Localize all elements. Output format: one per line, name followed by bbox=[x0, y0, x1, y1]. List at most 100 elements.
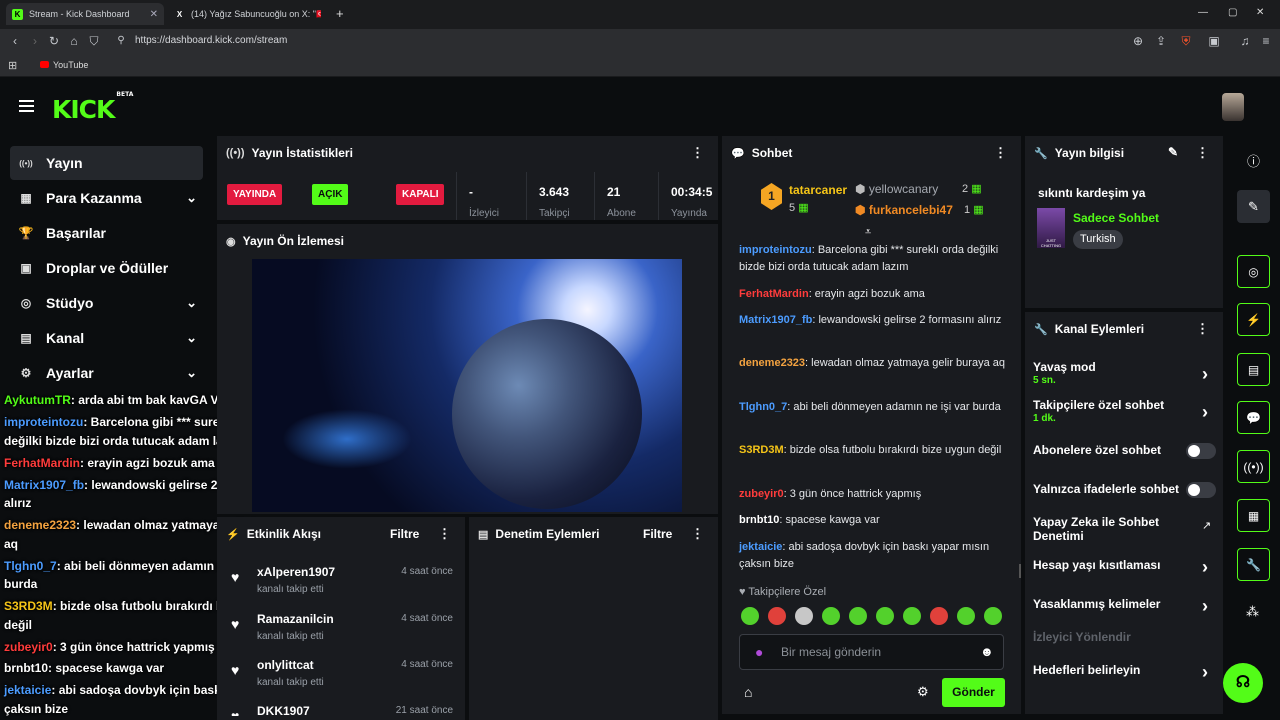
third-chatter[interactable]: ⬢ furkancelebi47 bbox=[855, 203, 953, 217]
chat-username[interactable]: Tlghn0_7 bbox=[739, 401, 787, 413]
emote-icon[interactable] bbox=[876, 607, 894, 625]
chevron-right-icon[interactable]: › bbox=[1202, 662, 1208, 683]
close-window-button[interactable]: ✕ bbox=[1256, 7, 1264, 18]
sidebar-item-5[interactable]: ▤ Kanal ⌄ bbox=[10, 321, 203, 355]
emote-icon[interactable] bbox=[849, 607, 867, 625]
channel-action-row[interactable]: Abonelere özel sohbet bbox=[1033, 443, 1161, 457]
channel-action-row[interactable]: Yalnızca ifadelerle sohbet bbox=[1033, 482, 1179, 496]
emote-icon[interactable] bbox=[768, 607, 786, 625]
hamburger-menu-icon[interactable] bbox=[19, 100, 34, 112]
notes-rail-icon[interactable]: ▤ bbox=[1237, 353, 1270, 386]
preview-rail-icon[interactable]: ◎ bbox=[1237, 255, 1270, 288]
home-icon[interactable]: ⌂ bbox=[66, 33, 82, 49]
category-name[interactable]: Sadece Sohbet bbox=[1073, 211, 1159, 225]
reload-icon[interactable]: ↻ bbox=[46, 33, 62, 49]
more-options-icon[interactable]: ⋮ bbox=[994, 145, 1007, 161]
chevron-right-icon[interactable]: › bbox=[1202, 596, 1208, 617]
chat-username[interactable]: brnbt10 bbox=[739, 514, 779, 526]
chat-username[interactable]: zubeyir0 bbox=[739, 488, 784, 500]
maximize-button[interactable]: ▢ bbox=[1228, 7, 1237, 18]
moderation-rail-icon[interactable]: ▦ bbox=[1237, 499, 1270, 532]
chat-username[interactable]: Matrix1907_fb bbox=[739, 314, 812, 326]
channel-action-row[interactable]: Yasaklanmış kelimeler bbox=[1033, 597, 1160, 611]
chat-rail-icon[interactable]: 💬 bbox=[1237, 401, 1270, 434]
emote-icon[interactable] bbox=[795, 607, 813, 625]
chevron-right-icon[interactable]: › bbox=[1202, 402, 1208, 423]
chat-input[interactable]: ● Bir mesaj gönderin ☻ bbox=[739, 634, 1004, 670]
emote-icon[interactable] bbox=[957, 607, 975, 625]
second-chatter[interactable]: ⬢ yellowcanary bbox=[855, 182, 938, 196]
microphone-icon[interactable]: ● bbox=[755, 644, 763, 660]
chevron-down-icon[interactable]: ⌄ bbox=[186, 295, 197, 311]
channel-action-row[interactable]: Hedefleri belirleyin bbox=[1033, 663, 1140, 677]
bookmark-icon[interactable]: ⛉ bbox=[86, 33, 102, 49]
menu-icon[interactable]: ≡ bbox=[1258, 33, 1274, 49]
more-options-icon[interactable]: ⋮ bbox=[1196, 145, 1209, 161]
forward-icon[interactable]: › bbox=[27, 33, 43, 49]
sidebar-icon[interactable]: ▣ bbox=[1206, 33, 1222, 49]
edit-icon[interactable]: ✎ bbox=[1168, 145, 1178, 159]
more-options-icon[interactable]: ⋮ bbox=[1196, 321, 1209, 337]
avatar[interactable] bbox=[1222, 93, 1244, 121]
store-icon[interactable]: ⌂ bbox=[744, 684, 752, 700]
channel-action-row[interactable]: Hesap yaşı kısıtlaması bbox=[1033, 558, 1160, 572]
external-link-icon[interactable]: ↗ bbox=[1202, 519, 1211, 532]
edit-rail-button[interactable]: ✎ bbox=[1237, 190, 1270, 223]
toggle-switch[interactable] bbox=[1186, 443, 1216, 459]
sidebar-item-6[interactable]: ⚙ Ayarlar ⌄ bbox=[10, 356, 203, 390]
tools-rail-icon[interactable]: 🔧 bbox=[1237, 548, 1270, 581]
chevron-down-icon[interactable]: ⌄ bbox=[186, 330, 197, 346]
chat-settings-icon[interactable]: ⚙ bbox=[917, 684, 929, 700]
filter-button[interactable]: Filtre bbox=[390, 527, 419, 541]
bookmark-youtube[interactable]: YouTube bbox=[53, 60, 88, 70]
more-options-icon[interactable]: ⋮ bbox=[691, 145, 704, 161]
info-icon[interactable]: ⓘ bbox=[1247, 151, 1260, 170]
on-badge[interactable]: AÇIK bbox=[312, 184, 349, 205]
brave-shield-icon[interactable]: ⛨ bbox=[1178, 33, 1194, 49]
media-icon[interactable]: ♫ bbox=[1237, 33, 1253, 49]
sidebar-item-4[interactable]: ◎ Stüdyo ⌄ bbox=[10, 286, 203, 320]
chevron-right-icon[interactable]: › bbox=[1202, 364, 1208, 385]
sidebar-item-3[interactable]: ▣ Droplar ve Ödüller bbox=[10, 251, 203, 285]
chevron-down-icon[interactable]: ⌄ bbox=[186, 190, 197, 206]
kick-logo[interactable]: KICKBETA bbox=[52, 91, 133, 124]
chat-username[interactable]: S3RD3M bbox=[739, 444, 784, 456]
tab-kick-dashboard[interactable]: K Stream - Kick Dashboard ✕ bbox=[6, 3, 164, 25]
chat-username[interactable]: FerhatMardin bbox=[739, 288, 809, 300]
close-tab-icon[interactable]: ✕ bbox=[144, 9, 158, 20]
emoji-icon[interactable]: ☻ bbox=[980, 644, 994, 659]
address-bar-url[interactable]: https://dashboard.kick.com/stream bbox=[135, 35, 287, 46]
top-chatter-name[interactable]: tatarcaner bbox=[789, 183, 847, 197]
apps-grid-icon[interactable]: ⊞ bbox=[8, 59, 17, 72]
minimize-button[interactable]: — bbox=[1198, 7, 1208, 18]
activity-item[interactable]: ♥ onlylittcat kanalı takip etti 4 saat önce bbox=[229, 658, 459, 698]
site-settings-icon[interactable]: ⚲ bbox=[113, 33, 129, 49]
activity-rail-icon[interactable]: ⚡ bbox=[1237, 303, 1270, 336]
sidebar-item-1[interactable]: ▦ Para Kazanma ⌄ bbox=[10, 181, 203, 215]
emote-icon[interactable] bbox=[822, 607, 840, 625]
channel-action-row[interactable]: Takipçilere özel sohbet 1 dk. bbox=[1033, 398, 1164, 424]
sidebar-item-0[interactable]: ((•)) Yayın bbox=[10, 146, 203, 180]
emote-icon[interactable] bbox=[930, 607, 948, 625]
filter-button[interactable]: Filtre bbox=[643, 527, 672, 541]
sidebar-item-2[interactable]: 🏆 Başarılar bbox=[10, 216, 203, 250]
stream-preview-video[interactable] bbox=[252, 259, 682, 512]
collapse-leaderboard-icon[interactable]: ⩡ bbox=[865, 226, 871, 239]
zoom-icon[interactable]: ⊕ bbox=[1130, 33, 1146, 49]
channel-action-row[interactable]: İzleyici Yönlendir bbox=[1033, 630, 1131, 644]
more-options-icon[interactable]: ⋮ bbox=[691, 526, 704, 542]
activity-item[interactable]: ♥ Ramazanilcin kanalı takip etti 4 saat önc… bbox=[229, 612, 459, 652]
emote-icon[interactable] bbox=[741, 607, 759, 625]
send-button[interactable]: Gönder bbox=[942, 678, 1005, 707]
toggle-switch[interactable] bbox=[1186, 482, 1216, 498]
chat-scrollbar[interactable] bbox=[1019, 564, 1021, 578]
off-badge[interactable]: KAPALI bbox=[396, 184, 445, 205]
channel-action-row[interactable]: Yavaş mod 5 sn. bbox=[1033, 360, 1096, 386]
tab-x-post[interactable]: X (14) Yağız Sabuncuoğlu on X: "🇹🇷 Fe bbox=[168, 3, 328, 25]
emote-icon[interactable] bbox=[903, 607, 921, 625]
channel-action-row[interactable]: Yapay Zeka ile Sohbet Denetimi bbox=[1033, 515, 1173, 543]
chevron-right-icon[interactable]: › bbox=[1202, 557, 1208, 578]
activity-item[interactable]: ♥ DKK1907 21 saat önce bbox=[229, 704, 459, 716]
support-headset-icon[interactable]: ☊ bbox=[1223, 663, 1263, 703]
share-icon[interactable]: ⇪ bbox=[1153, 33, 1169, 49]
